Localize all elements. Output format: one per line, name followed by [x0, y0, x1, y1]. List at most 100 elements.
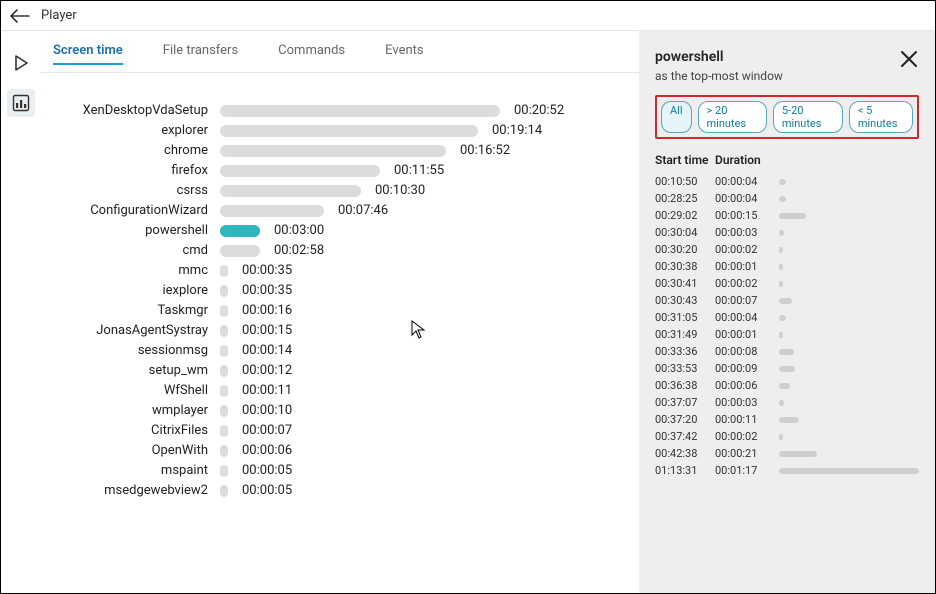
app-bar: [220, 445, 228, 457]
session-row[interactable]: 00:33:3600:00:08: [655, 343, 919, 360]
app-row[interactable]: mspaint00:00:05: [45, 463, 619, 478]
app-row[interactable]: firefox00:11:55: [45, 163, 619, 178]
app-bar: [220, 385, 228, 397]
filter-lt5[interactable]: < 5 minutes: [849, 101, 913, 133]
app-row[interactable]: sessionmsg00:00:14: [45, 343, 619, 358]
session-start: 00:37:42: [655, 430, 715, 443]
session-row[interactable]: 00:10:5000:00:04: [655, 173, 919, 190]
app-row[interactable]: cmd00:02:58: [45, 243, 619, 258]
session-row[interactable]: 00:30:4100:00:02: [655, 275, 919, 292]
tab-file-transfers[interactable]: File transfers: [163, 43, 238, 64]
app-row[interactable]: JonasAgentSystray 00:00:15: [45, 323, 619, 338]
session-bar: [779, 451, 817, 457]
session-row[interactable]: 00:30:0400:00:03: [655, 224, 919, 241]
tab-screen-time[interactable]: Screen time: [53, 43, 123, 64]
session-bar: [779, 349, 794, 355]
col-start-time: Start time: [655, 153, 715, 167]
tab-commands[interactable]: Commands: [278, 43, 345, 64]
detail-title: powershell: [655, 49, 783, 65]
session-bar: [779, 434, 783, 440]
session-row[interactable]: 00:42:3800:00:21: [655, 445, 919, 462]
app-row[interactable]: powershell00:03:00: [45, 223, 619, 238]
session-start: 00:29:02: [655, 209, 715, 222]
app-bar: [220, 245, 260, 257]
app-row[interactable]: ConfigurationWizard00:07:46: [45, 203, 619, 218]
app-row[interactable]: iexplore00:00:35: [45, 283, 619, 298]
filter-5-20[interactable]: 5-20 minutes: [773, 101, 843, 133]
app-row[interactable]: CitrixFiles00:00:07: [45, 423, 619, 438]
app-label: ConfigurationWizard: [45, 203, 220, 218]
session-start: 00:33:36: [655, 345, 715, 358]
session-row[interactable]: 01:13:3100:01:17: [655, 462, 919, 479]
app-row[interactable]: setup_wm00:00:12: [45, 363, 619, 378]
app-bar: [220, 185, 361, 197]
back-arrow-icon: [10, 9, 30, 23]
app-duration: 00:02:58: [274, 243, 324, 258]
session-row[interactable]: 00:37:4200:00:02: [655, 428, 919, 445]
app-row[interactable]: Taskmgr00:00:16: [45, 303, 619, 318]
app-bar: [220, 265, 228, 277]
chart-scroll[interactable]: XenDesktopVdaSetup00:20:52 explorer00:19:…: [41, 73, 639, 583]
tab-events[interactable]: Events: [385, 43, 423, 64]
app-label: sessionmsg: [45, 343, 220, 358]
app-row[interactable]: csrss00:10:30: [45, 183, 619, 198]
app-bar: [220, 165, 380, 177]
session-row[interactable]: 00:37:2000:00:11: [655, 411, 919, 428]
session-duration: 00:00:15: [715, 209, 779, 222]
app-label: mmc: [45, 263, 220, 278]
session-start: 00:28:25: [655, 192, 715, 205]
session-bar: [779, 366, 795, 372]
app-duration: 00:00:16: [242, 303, 292, 318]
app-bar: [220, 125, 478, 137]
session-duration: 00:00:01: [715, 328, 779, 341]
session-row[interactable]: 00:31:0500:00:04: [655, 309, 919, 326]
filter-all[interactable]: All: [661, 101, 692, 133]
app-row[interactable]: msedgewebview200:00:05: [45, 483, 619, 498]
app-duration: 00:00:06: [242, 443, 292, 458]
app-duration: 00:00:11: [242, 383, 292, 398]
app-label: csrss: [45, 183, 220, 198]
app-row[interactable]: OpenWith 00:00:06: [45, 443, 619, 458]
app-duration: 00:00:35: [242, 263, 292, 278]
app-label: OpenWith: [45, 443, 220, 458]
page-title: Player: [41, 8, 77, 23]
filter-gt20[interactable]: > 20 minutes: [698, 101, 767, 133]
session-start: 00:33:53: [655, 362, 715, 375]
app-row[interactable]: WfShell00:00:11: [45, 383, 619, 398]
detail-table[interactable]: 00:10:5000:00:0400:28:2500:00:0400:29:02…: [655, 173, 919, 583]
stats-button[interactable]: [7, 89, 35, 117]
session-bar: [779, 281, 783, 287]
session-row[interactable]: 00:29:0200:00:15: [655, 207, 919, 224]
app-row[interactable]: mmc 00:00:35: [45, 263, 619, 278]
session-row[interactable]: 00:37:0700:00:03: [655, 394, 919, 411]
session-start: 00:42:38: [655, 447, 715, 460]
session-row[interactable]: 00:30:3800:00:01: [655, 258, 919, 275]
session-row[interactable]: 00:33:5300:00:09: [655, 360, 919, 377]
session-row[interactable]: 00:36:3800:00:06: [655, 377, 919, 394]
session-bar: [779, 247, 783, 253]
app-row[interactable]: wmplayer00:00:10: [45, 403, 619, 418]
play-button[interactable]: [7, 49, 35, 77]
session-start: 00:31:05: [655, 311, 715, 324]
app-label: JonasAgentSystray: [45, 323, 220, 338]
session-row[interactable]: 00:30:4300:00:07: [655, 292, 919, 309]
session-start: 00:30:04: [655, 226, 715, 239]
app-duration: 00:00:15: [242, 323, 292, 338]
session-row[interactable]: 00:28:2500:00:04: [655, 190, 919, 207]
app-bar: [220, 105, 500, 117]
back-button[interactable]: [9, 5, 31, 27]
session-row[interactable]: 00:30:2000:00:02: [655, 241, 919, 258]
app-row[interactable]: chrome00:16:52: [45, 143, 619, 158]
session-duration: 00:00:01: [715, 260, 779, 273]
session-duration: 00:00:02: [715, 243, 779, 256]
session-row[interactable]: 00:31:4900:00:01: [655, 326, 919, 343]
close-button[interactable]: [899, 49, 919, 73]
session-start: 00:37:20: [655, 413, 715, 426]
app-row[interactable]: XenDesktopVdaSetup00:20:52: [45, 103, 619, 118]
app-duration: 00:20:52: [514, 103, 564, 118]
app-row[interactable]: explorer00:19:14: [45, 123, 619, 138]
session-duration: 00:00:03: [715, 226, 779, 239]
play-icon: [12, 54, 30, 72]
session-duration: 00:00:02: [715, 277, 779, 290]
app-label: chrome: [45, 143, 220, 158]
